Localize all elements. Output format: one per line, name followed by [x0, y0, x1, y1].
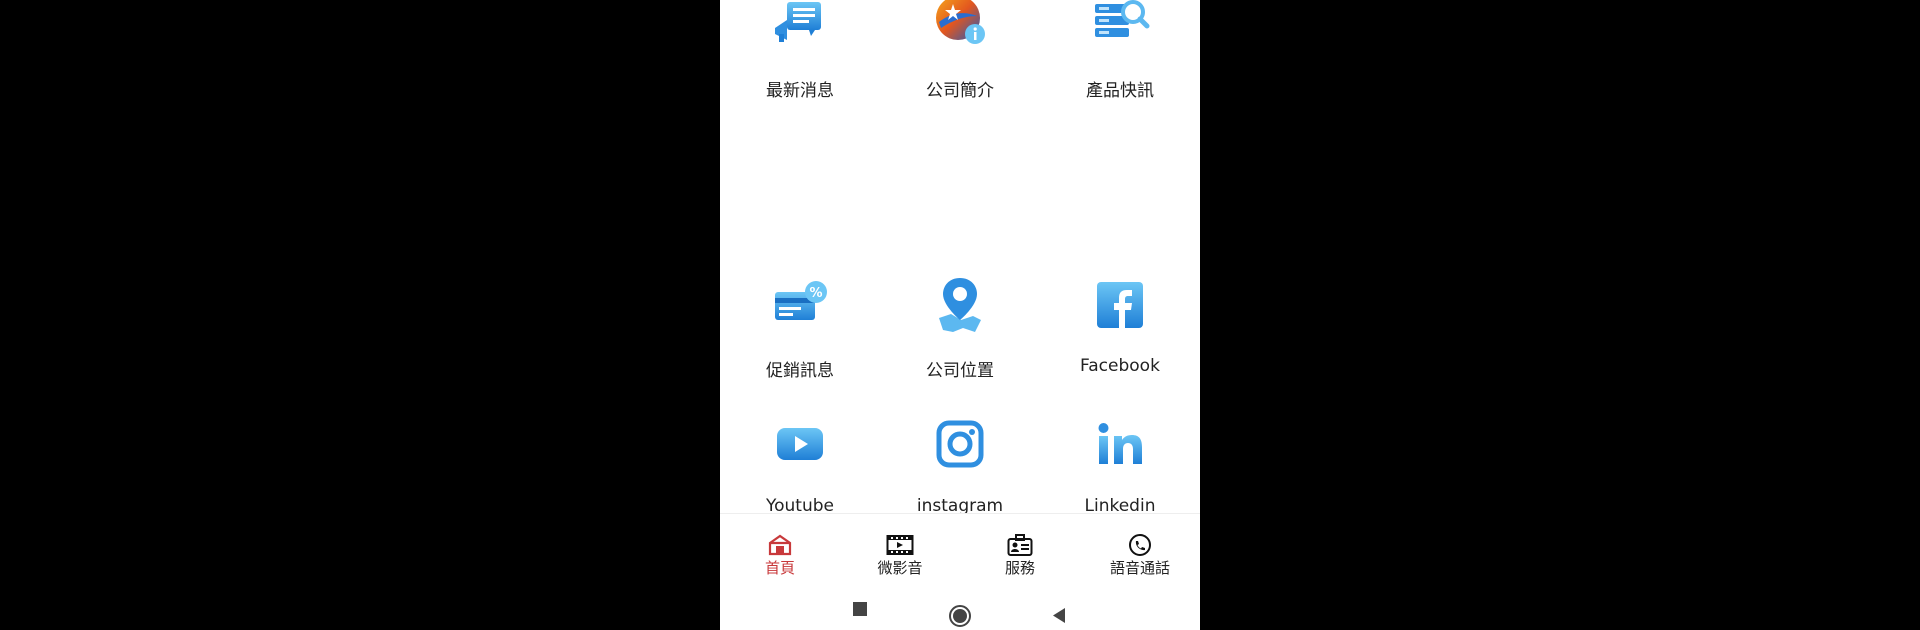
news-megaphone-icon [775, 2, 821, 42]
home-circle-icon [949, 605, 971, 627]
system-nav-bar [720, 585, 1200, 630]
bottom-tab-bar: 首頁 微影音 服務 語音通話 [720, 513, 1200, 586]
promotion-card-icon: % [775, 281, 827, 320]
location-map-icon [939, 278, 981, 332]
youtube-icon [777, 428, 823, 460]
tab-label: 微影音 [877, 559, 923, 577]
menu-item-label: 最新消息 [766, 81, 834, 101]
instagram-icon [936, 420, 984, 468]
back-nav-button[interactable] [1038, 585, 1078, 630]
back-triangle-icon [1053, 608, 1065, 623]
tab-home[interactable]: 首頁 [720, 514, 840, 586]
menu-item-label: 公司簡介 [926, 81, 994, 101]
recents-square-icon [853, 602, 867, 616]
menu-grid: 最新消息 公司簡介 產品快訊 % 促銷訊息 公司位置 Facebook Yout… [720, 0, 1200, 516]
recents-button[interactable] [840, 585, 880, 630]
app-screen: 最新消息 公司簡介 產品快訊 % 促銷訊息 公司位置 Facebook Yout… [720, 0, 1200, 630]
tab-label: 服務 [1004, 559, 1035, 577]
menu-item-products[interactable]: 產品快訊 [1040, 0, 1200, 140]
video-icon [886, 535, 914, 555]
tab-video[interactable]: 微影音 [840, 514, 960, 586]
home-nav-button[interactable] [940, 585, 980, 630]
tab-service[interactable]: 服務 [960, 514, 1080, 586]
linkedin-icon [1098, 423, 1142, 464]
tab-label: 語音通話 [1109, 559, 1170, 577]
tab-label: 首頁 [764, 559, 795, 577]
menu-item-company-info[interactable]: 公司簡介 [880, 0, 1040, 140]
tab-voice-call[interactable]: 語音通話 [1080, 514, 1200, 586]
menu-item-news[interactable]: 最新消息 [720, 0, 880, 140]
company-info-icon [936, 0, 985, 44]
service-badge-icon [1007, 534, 1033, 556]
menu-item-label: 促銷訊息 [766, 361, 834, 381]
product-search-icon [1095, 0, 1150, 37]
menu-item-label: Facebook [1080, 356, 1160, 376]
menu-item-label: 產品快訊 [1086, 81, 1154, 101]
svg-text:%: % [809, 286, 822, 301]
home-icon [768, 534, 792, 556]
phone-call-icon [1129, 534, 1151, 556]
facebook-icon [1097, 282, 1143, 328]
menu-item-label: 公司位置 [926, 361, 994, 381]
